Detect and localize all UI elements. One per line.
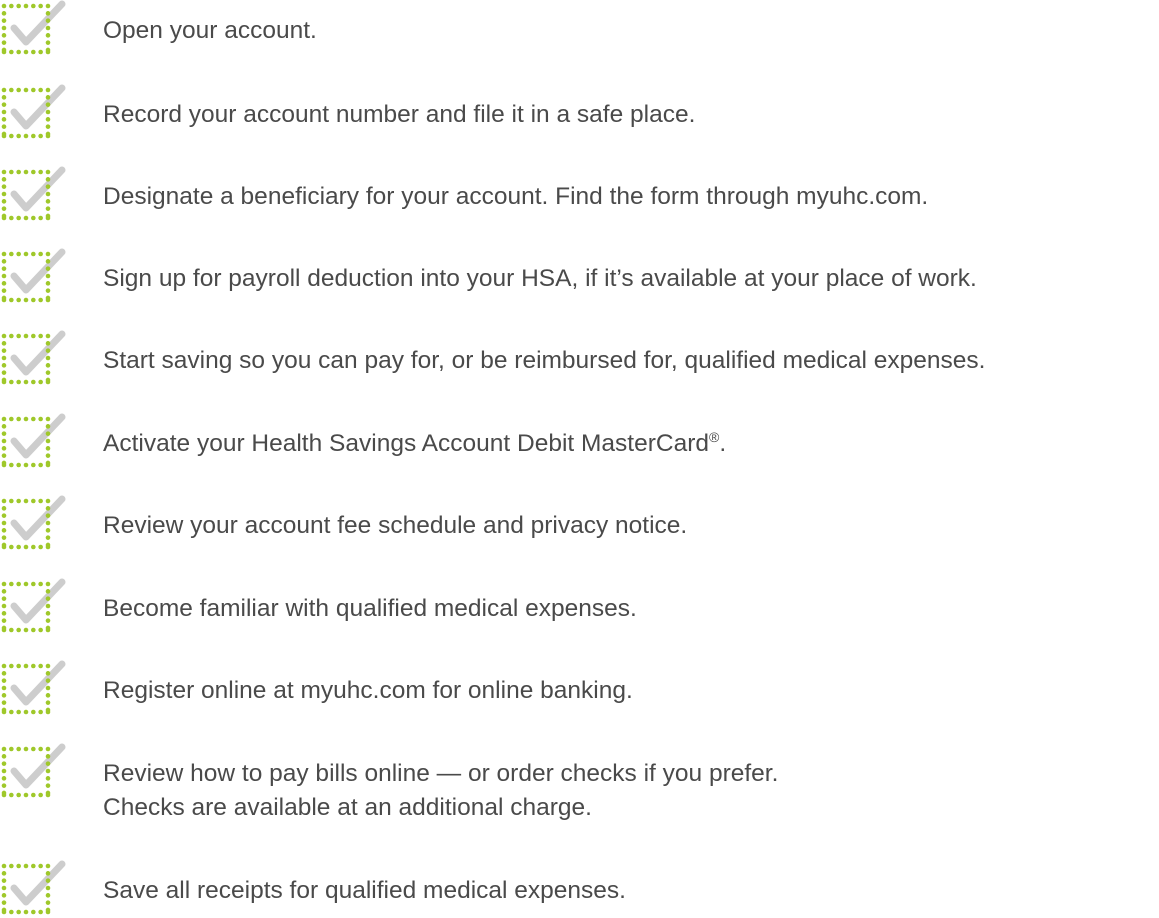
dotted-checkbox-icon[interactable] [0, 166, 80, 222]
checkmark-icon [10, 248, 66, 294]
dotted-checkbox-icon[interactable] [0, 860, 80, 916]
checkmark-icon [10, 0, 66, 46]
checklist-item-text: Open your account. [103, 17, 317, 44]
checklist: Open your account. Record your account n… [0, 0, 1159, 918]
checklist-item-text: Register online at myuhc.com for online … [103, 677, 633, 704]
checkmark-icon [10, 166, 66, 212]
dotted-checkbox-icon[interactable] [0, 248, 80, 304]
dotted-checkbox-icon[interactable] [0, 330, 80, 386]
checkmark-icon [10, 660, 66, 706]
checklist-item-text: Sign up for payroll deduction into your … [103, 265, 977, 292]
dotted-checkbox-icon[interactable] [0, 578, 80, 634]
checklist-item-text: Become familiar with qualified medical e… [103, 595, 637, 622]
dotted-checkbox-icon[interactable] [0, 0, 80, 56]
dotted-checkbox-icon[interactable] [0, 413, 80, 469]
dotted-checkbox-icon[interactable] [0, 495, 80, 551]
checklist-item-text: Record your account number and file it i… [103, 101, 696, 128]
registered-mark: ® [708, 429, 720, 445]
checkmark-icon [10, 413, 66, 459]
checklist-item-text: Designate a beneficiary for your account… [103, 183, 929, 210]
dotted-checkbox-icon[interactable] [0, 743, 80, 799]
checklist-item-text: Start saving so you can pay for, or be r… [103, 347, 986, 374]
checkmark-icon [10, 495, 66, 541]
dotted-checkbox-icon[interactable] [0, 660, 80, 716]
checklist-item-text: Review your account fee schedule and pri… [103, 512, 688, 539]
checkmark-icon [10, 84, 66, 130]
checkmark-icon [10, 578, 66, 624]
checkmark-icon [10, 743, 66, 789]
dotted-checkbox-icon[interactable] [0, 84, 80, 140]
checkmark-icon [10, 330, 66, 376]
checklist-item-text: Activate your Health Savings Account Deb… [103, 429, 727, 457]
checklist-item-text: Save all receipts for qualified medical … [103, 877, 626, 904]
checkmark-icon [10, 860, 66, 906]
checklist-item-text: Review how to pay bills online — or orde… [103, 760, 779, 821]
